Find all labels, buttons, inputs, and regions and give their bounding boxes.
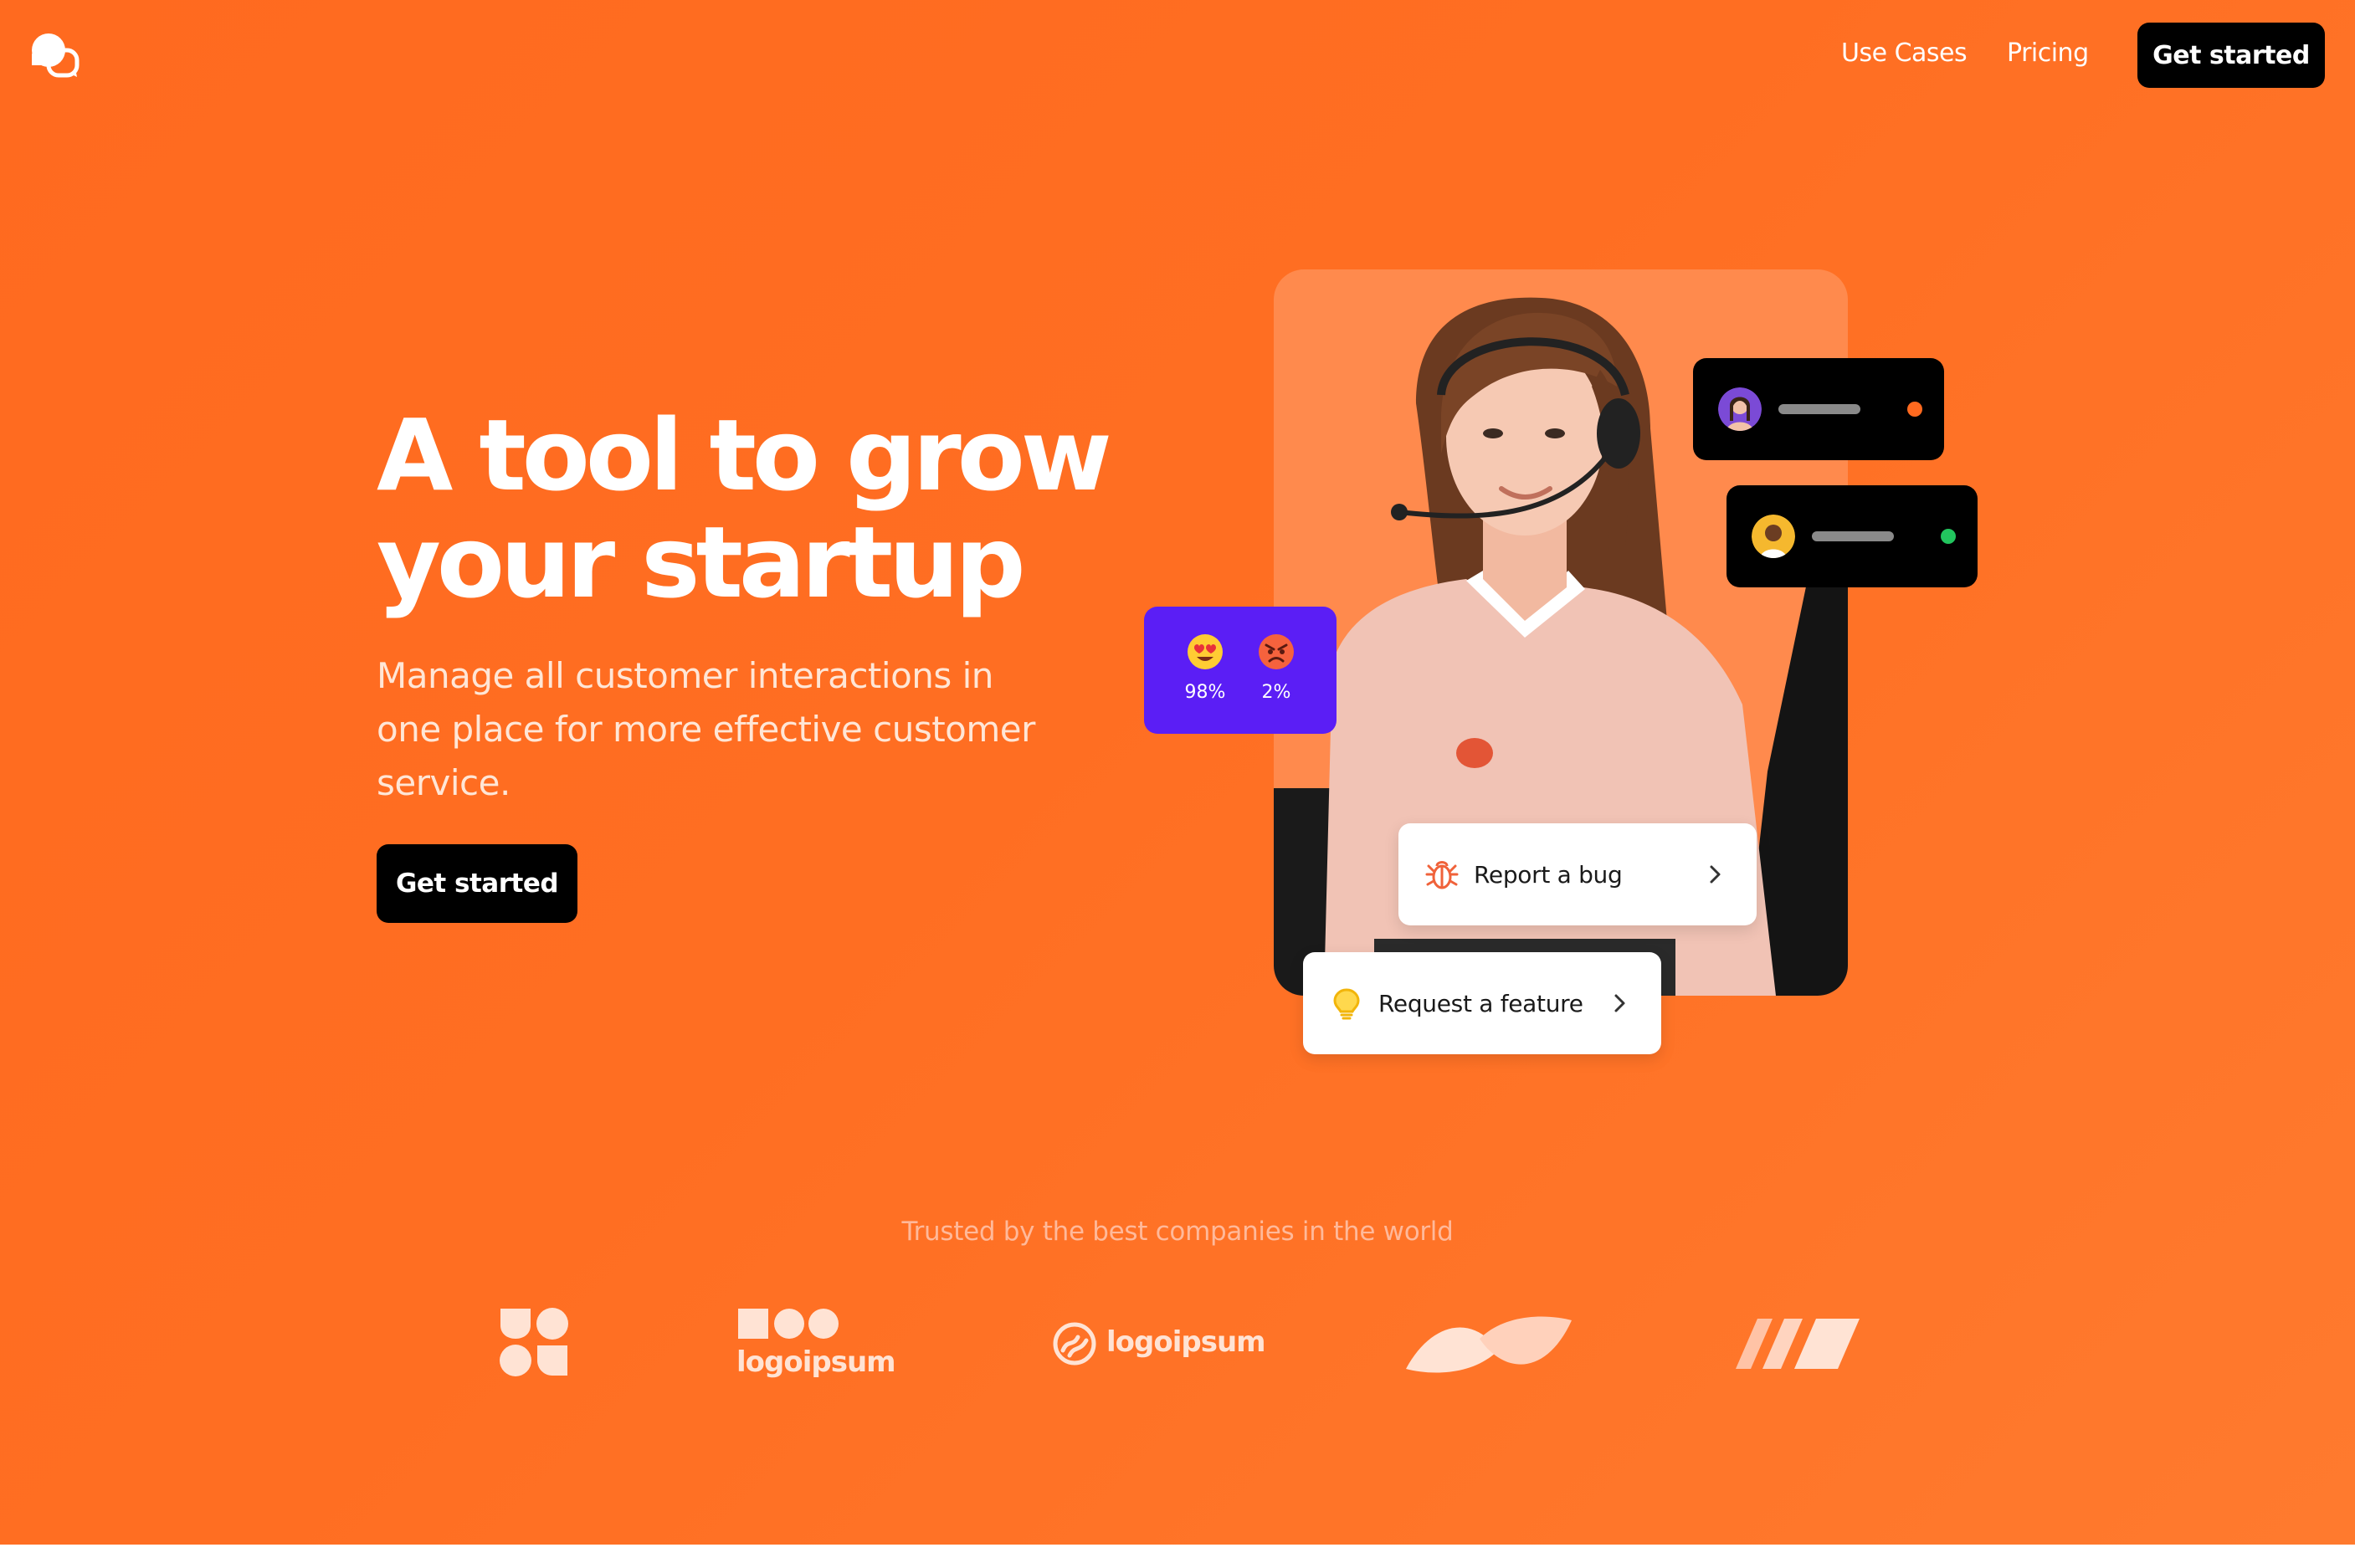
headline-line-2: your startup <box>377 505 1026 620</box>
nav-get-started-button[interactable]: Get started <box>2137 23 2325 88</box>
request-feature-label: Request a feature <box>1378 989 1583 1017</box>
request-feature-button[interactable]: Request a feature <box>1303 952 1661 1054</box>
bug-icon <box>1425 861 1459 889</box>
lightbulb-icon <box>1333 988 1360 1020</box>
report-bug-button[interactable]: Report a bug <box>1398 823 1757 925</box>
report-bug-label: Report a bug <box>1474 860 1623 889</box>
chevron-right-icon <box>1710 865 1721 884</box>
headline-line-1: A tool to grow <box>377 397 1112 513</box>
message-placeholder <box>1812 531 1894 541</box>
chat-preview-card[interactable] <box>1693 358 1944 460</box>
negative-percentage: 2% <box>1261 682 1291 703</box>
logoipsum-logo-2: logoipsum <box>1053 1320 1266 1367</box>
avatar <box>1752 515 1795 558</box>
chat-bubbles-logo-icon[interactable] <box>30 32 80 79</box>
nav-pricing-link[interactable]: Pricing <box>2007 38 2089 68</box>
chat-preview-card[interactable] <box>1726 485 1978 587</box>
message-placeholder <box>1778 404 1860 414</box>
wave-logo-icon <box>1406 1316 1572 1373</box>
nav-use-cases-link[interactable]: Use Cases <box>1841 38 1968 68</box>
circle-swirl-logo-icon <box>1053 1322 1096 1366</box>
sentiment-card: 98% 2% <box>1144 607 1337 734</box>
positive-percentage: 98% <box>1184 682 1226 703</box>
chevron-right-icon <box>1614 994 1625 1012</box>
logoipsum-logo-1: logoipsum <box>736 1307 896 1379</box>
slashes-logo-icon <box>1736 1319 1860 1369</box>
status-dot-icon <box>1907 402 1922 417</box>
heart-eyes-emoji-icon <box>1188 634 1223 669</box>
avatar <box>1718 387 1762 431</box>
logoipsum-wordmark: logoipsum <box>736 1345 896 1379</box>
logoipsum-wordmark: logoipsum <box>1106 1325 1266 1359</box>
shapes-logo-icon <box>738 1309 839 1339</box>
hero-subcopy: Manage all customer interactions in one … <box>377 655 1035 803</box>
clover-logo-icon <box>500 1308 568 1376</box>
status-dot-icon <box>1941 529 1956 544</box>
hero-section: Use Cases Pricing Get started A tool to … <box>0 0 2355 1545</box>
hero-headline: A tool to grow your startup <box>377 402 1130 616</box>
trusted-by-heading: Trusted by the best companies in the wor… <box>901 1217 1454 1247</box>
hero-get-started-button[interactable]: Get started <box>377 844 577 923</box>
angry-face-emoji-icon <box>1259 634 1294 669</box>
